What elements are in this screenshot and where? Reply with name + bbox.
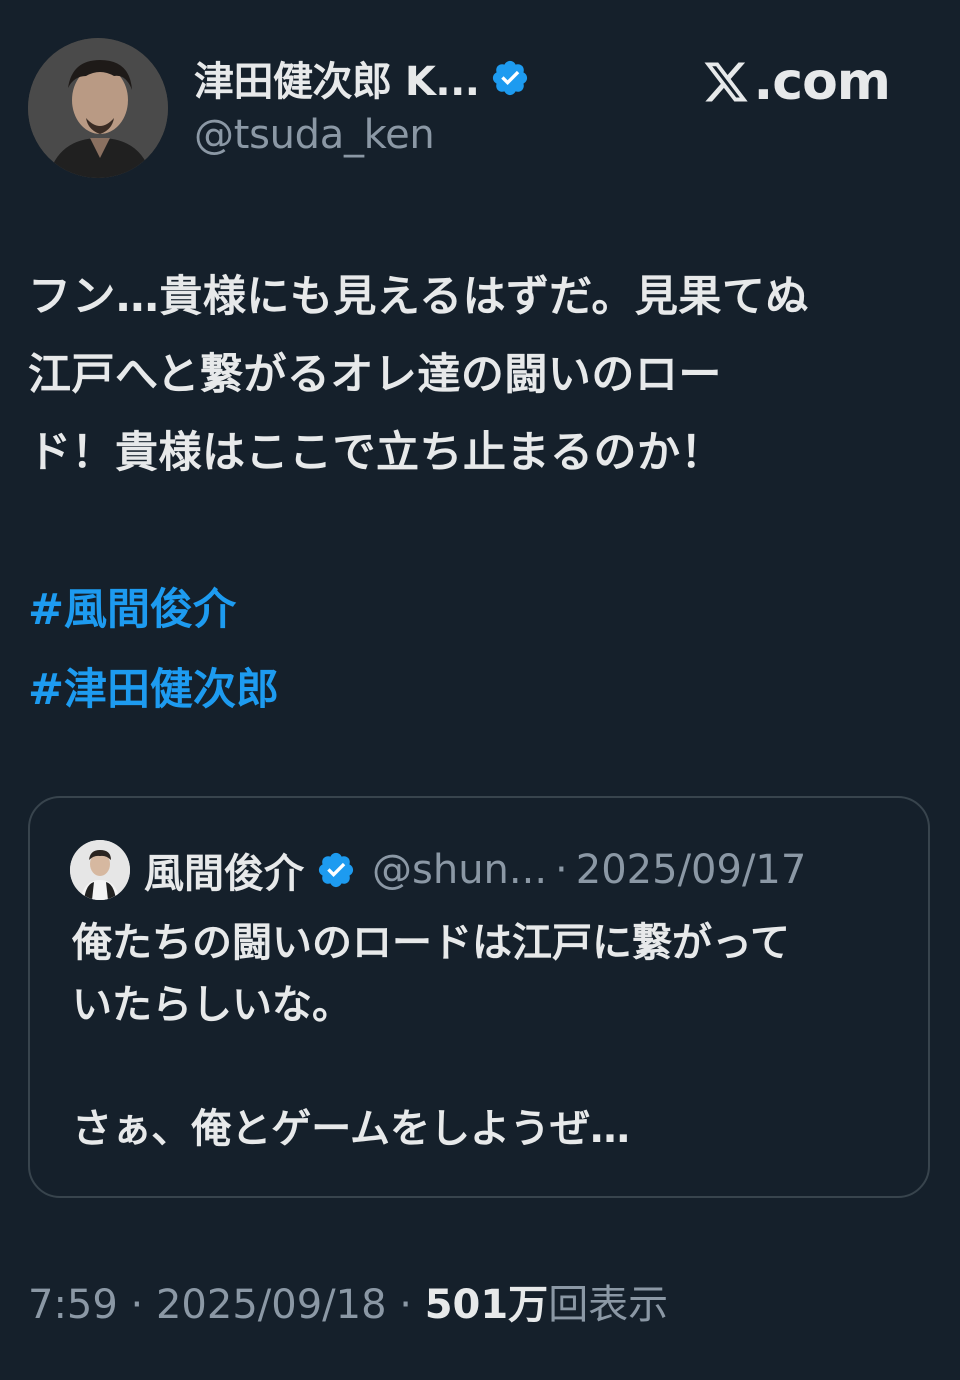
quoted-text-line: いたらしいな。 <box>72 982 352 1028</box>
site-domain: .com <box>753 52 891 112</box>
separator-dot: · <box>555 847 568 893</box>
quoted-author-handle[interactable]: @shun... <box>372 847 547 893</box>
quoted-text-blank-line <box>72 1036 902 1098</box>
verified-badge-icon <box>318 852 354 888</box>
quoted-tweet-body: 俺たちの闘いのロードは江戸に繋がって いたらしいな。 さぁ、俺とゲームをしようぜ… <box>72 912 902 1160</box>
tweet-text-line: 江戸へと繋がるオレ達の闘いのロー <box>28 350 722 400</box>
quoted-tweet-date[interactable]: 2025/09/17 <box>576 847 807 893</box>
tweet-meta: 7:59 · 2025/09/18 · 501万回表示 <box>28 1272 668 1330</box>
quoted-author-name[interactable]: 風間俊介 <box>144 841 304 899</box>
tweet-body: フン…貴様にも見えるはずだ。見果てぬ 江戸へと繋がるオレ達の闘いのロー ド！貴様… <box>28 258 938 492</box>
verified-badge-icon <box>492 60 527 96</box>
quoted-text-line: 俺たちの闘いのロードは江戸に繋がって <box>72 920 790 966</box>
quoted-text-line: さぁ、俺とゲームをしようぜ… <box>72 1106 630 1152</box>
views-label: 回表示 <box>548 1282 669 1328</box>
separator-dot: · <box>399 1282 412 1328</box>
quoted-author-avatar[interactable] <box>70 840 130 900</box>
quoted-tweet-card[interactable]: 風間俊介 @shun... · 2025/09/17 俺たちの闘いのロードは江戸… <box>28 796 930 1198</box>
x-com-logo: .com <box>700 52 891 112</box>
tweet-header: 津田健次郎 K... @tsuda_ken .com <box>28 38 932 178</box>
author-display-name[interactable]: 津田健次郎 K... <box>194 49 480 107</box>
x-logo-icon <box>704 62 748 102</box>
author-handle[interactable]: @tsuda_ken <box>194 112 530 158</box>
views-count: 501万 <box>424 1282 549 1328</box>
tweet-date[interactable]: 2025/09/18 <box>156 1282 387 1328</box>
separator-dot: · <box>130 1282 144 1328</box>
hashtag-link[interactable]: #津田健次郎 <box>28 650 279 730</box>
hashtag-list: #風間俊介 #津田健次郎 <box>28 570 279 730</box>
tweet-time[interactable]: 7:59 <box>28 1282 118 1328</box>
hashtag-link[interactable]: #風間俊介 <box>28 570 279 650</box>
author-avatar[interactable] <box>28 38 168 178</box>
tweet-text-line: フン…貴様にも見えるはずだ。見果てぬ <box>28 272 809 322</box>
tweet-text-line: ド！貴様はここで立ち止まるのか！ <box>28 428 724 478</box>
